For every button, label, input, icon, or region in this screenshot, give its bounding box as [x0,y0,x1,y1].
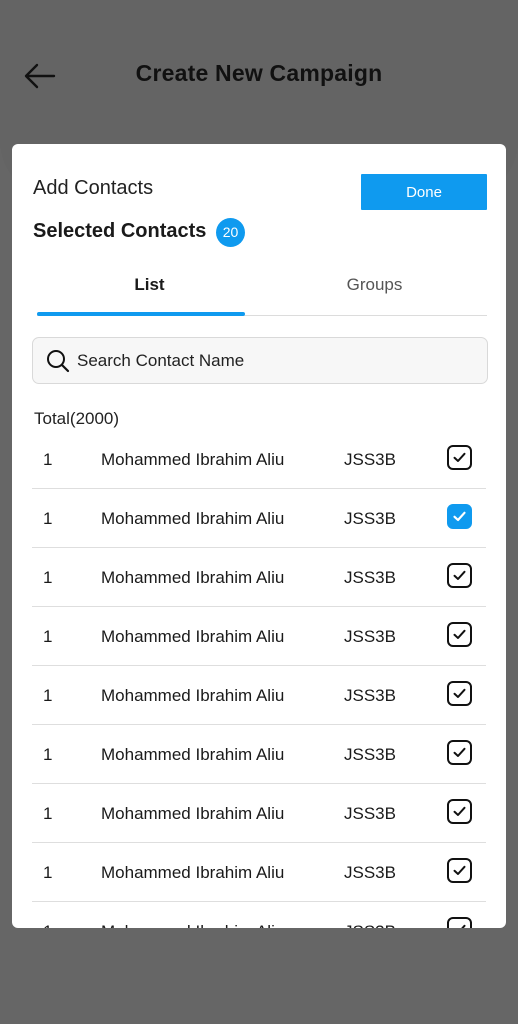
contact-name: Mohammed Ibrahim Aliu [101,509,285,528]
checkmark-icon [453,511,466,522]
contact-row[interactable]: 1 Mohammed Ibrahim Aliu JSS3B [32,666,486,725]
contact-checkbox[interactable] [447,622,472,647]
contact-row[interactable]: 1 Mohammed Ibrahim Aliu JSS3B [32,607,486,666]
checkmark-icon [453,570,466,580]
contact-name: Mohammed Ibrahim Aliu [101,568,285,587]
contact-checkbox[interactable] [447,858,472,883]
contact-number: 1 [43,922,52,928]
page-title: Create New Campaign [135,60,383,86]
tab-bar: List Groups [37,266,487,316]
contact-number: 1 [43,450,53,469]
contact-row[interactable]: 1 Mohammed Ibrahim Aliu JSS3B [32,548,486,607]
contact-class: JSS3B [344,686,396,705]
contact-number: 1 [43,686,53,705]
contact-class: JSS3B [344,804,396,823]
contact-name: Mohammed Ibrahim Aliu [101,922,284,928]
contact-checkbox[interactable] [447,799,472,824]
contact-number: 1 [43,745,53,764]
contact-number: 1 [43,804,53,823]
checkmark-icon [453,747,466,757]
search-box[interactable] [32,337,488,384]
contact-class: JSS3B [344,509,396,528]
total-count-label: Total(2000) [34,409,120,428]
contact-row[interactable]: 1 Mohammed Ibrahim Aliu JSS3B [32,784,486,843]
contact-name: Mohammed Ibrahim Aliu [101,450,285,469]
search-icon [47,350,70,373]
search-input[interactable] [77,338,477,383]
contact-name: Mohammed Ibrahim Aliu [101,745,285,764]
tab-list[interactable]: List [37,266,262,312]
contact-checkbox[interactable] [447,681,472,706]
contact-checkbox[interactable] [447,740,472,765]
contact-name: Mohammed Ibrahim Aliu [101,863,285,882]
contact-row[interactable]: 1 Mohammed Ibrahim Aliu JSS3B [32,843,486,902]
contact-class: JSS3B [344,627,396,646]
contact-checkbox[interactable] [447,445,472,470]
checkmark-icon [453,806,466,816]
contact-class: JSS3B [344,745,396,764]
contact-number: 1 [43,627,53,646]
contact-row[interactable]: 1 Mohammed Ibrahim Aliu JSS3B [32,430,486,489]
checkmark-icon [453,688,466,698]
contact-row[interactable]: 1 Mohammed Ibrahim Aliu JSS3B [32,489,486,548]
contact-class: JSS3B [344,450,396,469]
contact-number: 1 [43,568,53,587]
contact-row[interactable]: 1 Mohammed Ibrahim Aliu JSS3B [32,902,486,928]
contact-number: 1 [43,863,53,882]
checkmark-icon [461,924,466,928]
modal-title: Add Contacts [33,177,154,199]
add-contacts-modal: Add Contacts Done Selected Contacts 20 L… [12,144,506,928]
checkmark-icon [453,452,466,462]
contact-class: JSS3B [344,863,396,882]
contact-name: Mohammed Ibrahim Aliu [101,686,285,705]
selected-contacts-label: Selected Contacts [33,220,207,242]
selected-count-badge: 20 [216,218,245,247]
active-tab-indicator [37,312,245,316]
contact-row[interactable]: 1 Mohammed Ibrahim Aliu JSS3B [32,725,486,784]
contact-checkbox[interactable] [447,917,472,928]
contact-checkbox[interactable] [447,563,472,588]
contact-list: 1 Mohammed Ibrahim Aliu JSS3B 1 Mohammed Ibr… [32,430,486,928]
contact-name: Mohammed Ibrahim Aliu [101,804,285,823]
contact-class: JSS3B [344,568,396,587]
checkmark-icon [453,865,466,875]
tab-groups[interactable]: Groups [262,266,487,312]
contact-checkbox[interactable] [447,504,472,529]
done-button[interactable]: Done [361,174,487,210]
contact-number: 1 [43,509,53,528]
checkmark-icon [453,629,466,639]
contact-name: Mohammed Ibrahim Aliu [101,627,285,646]
contact-class: JSS3B [344,922,396,928]
